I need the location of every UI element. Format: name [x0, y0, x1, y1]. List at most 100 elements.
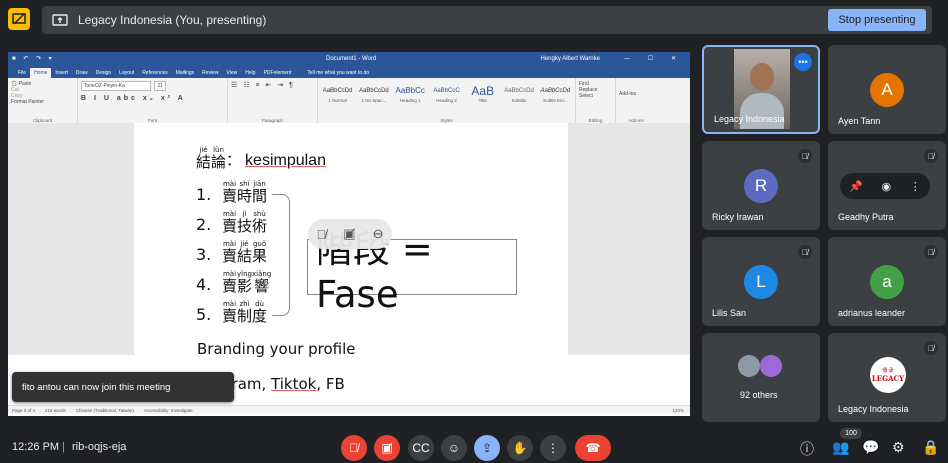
- word-titlebar: ■ ↶ ↷ ▾ Document1 - Word Hengky Albert W…: [8, 52, 690, 66]
- participant-name: Ayen Tann: [838, 116, 881, 126]
- zoom-level[interactable]: 120%: [672, 408, 684, 413]
- captions-button[interactable]: CC: [408, 435, 434, 461]
- participant-tile[interactable]: 🎙̸ R Ricky Irawan: [702, 141, 820, 230]
- tab-review[interactable]: Review: [198, 68, 222, 78]
- status-words[interactable]: 216 words: [45, 408, 66, 413]
- tab-design[interactable]: Design: [92, 68, 116, 78]
- others-tile[interactable]: 92 others: [702, 333, 820, 422]
- ruby-char: shù 術: [252, 210, 267, 234]
- ruby-char: zhì 制: [237, 300, 252, 324]
- mic-muted-icon: 🎙̸: [798, 245, 812, 259]
- status-accessibility[interactable]: Accessibility: Investigate: [144, 408, 193, 413]
- style-subtitle[interactable]: AaBbCcDd Subtitle: [502, 84, 535, 103]
- others-count: 92 others: [740, 390, 778, 400]
- tab-home[interactable]: Home: [30, 68, 52, 78]
- tab-layout[interactable]: Layout: [115, 68, 138, 78]
- participant-tile-self[interactable]: ••• Legacy Indonesia: [702, 45, 820, 134]
- social-tiktok: Tiktok: [271, 375, 317, 393]
- style-subtle-emphasis[interactable]: AaBbCcDd Subtle Em...: [539, 84, 572, 103]
- tell-me-search[interactable]: Tell me what you want to do: [303, 68, 373, 78]
- style-sample: AaBbCc: [395, 86, 425, 95]
- style-title[interactable]: AaB Title: [466, 84, 499, 103]
- font-format-buttons[interactable]: B I U abc x₂ x² A: [81, 95, 224, 102]
- mic-off-button[interactable]: 🎙̸: [341, 435, 367, 461]
- tab-pdfelement[interactable]: PDFelement: [260, 68, 296, 78]
- pin-icon[interactable]: 📌: [849, 180, 863, 193]
- mute-participant-icon[interactable]: ◉: [882, 180, 892, 193]
- list-number: 5.: [196, 305, 212, 324]
- participant-tile[interactable]: 🎙̸ 傳 承 LEGACY Legacy Indonesia: [828, 333, 946, 422]
- hand-icon: ✋: [512, 441, 528, 455]
- clipboard-group: 📋 Paste Cut Copy Format Painter Clipboar…: [8, 78, 78, 125]
- mic-muted-icon: 🎙̸: [924, 149, 938, 163]
- tab-insert[interactable]: Insert: [51, 68, 72, 78]
- list-bracket: [272, 194, 290, 316]
- list-number: 4.: [196, 275, 212, 294]
- style-heading-2[interactable]: AaBbCcC Heading 2: [430, 84, 463, 103]
- font-name-select[interactable]: ToneOZ-Pinyin-Ka: [81, 81, 151, 91]
- stop-presenting-button[interactable]: Stop presenting: [828, 9, 926, 31]
- present-screen-icon: [52, 12, 68, 28]
- camera-off-icon[interactable]: ▣̸: [343, 226, 355, 242]
- hanzi: 結: [196, 153, 212, 171]
- camera-off-button[interactable]: ▣̸: [374, 435, 400, 461]
- present-button[interactable]: ⇪: [474, 435, 500, 461]
- reactions-button[interactable]: ☺: [441, 435, 467, 461]
- style-sample: AaBbCcDd: [504, 88, 534, 94]
- status-page[interactable]: Page 3 of 4: [12, 408, 35, 413]
- activities-icon[interactable]: ⚙: [892, 439, 905, 456]
- avatar: [760, 355, 782, 377]
- paragraph-group: ☰ ☷ ≡ ⇤ ⇥ ¶ Paragraph: [228, 78, 318, 125]
- meeting-code[interactable]: rib-oqjs-eja: [72, 441, 126, 453]
- ruby-char: mài 賣: [222, 270, 237, 294]
- word-ribbon: 📋 Paste Cut Copy Format Painter Clipboar…: [8, 78, 690, 126]
- tab-view[interactable]: View: [223, 68, 242, 78]
- word-ribbon-tabs: File Home Insert Draw Design Layout Refe…: [8, 66, 690, 78]
- presentation-icon: [8, 8, 30, 30]
- style-name: Subtle Em...: [543, 98, 568, 103]
- select-button[interactable]: Select: [579, 93, 612, 99]
- avatar: R: [744, 169, 778, 203]
- style-no-spacing[interactable]: AaBbCcDd 1 No Spac...: [357, 84, 390, 103]
- people-icon[interactable]: 👥: [832, 439, 849, 456]
- remove-icon[interactable]: ⊖: [373, 226, 384, 242]
- participant-tile[interactable]: A Ayen Tann: [828, 45, 946, 134]
- style-heading-1[interactable]: AaBbCc Heading 1: [394, 84, 427, 103]
- chat-icon[interactable]: 💬: [862, 439, 879, 456]
- raise-hand-button[interactable]: ✋: [507, 435, 533, 461]
- social-rest: , FB: [316, 375, 345, 393]
- tab-draw[interactable]: Draw: [72, 68, 92, 78]
- tab-help[interactable]: Help: [241, 68, 259, 78]
- quick-access-toolbar[interactable]: ■ ↶ ↷ ▾: [12, 55, 55, 62]
- more-options-button[interactable]: ⋮: [540, 435, 566, 461]
- status-language[interactable]: Chinese (Traditional, Taiwan): [76, 408, 134, 413]
- people-count-badge: 100: [840, 428, 862, 439]
- ruby-char: mài 賣: [222, 300, 237, 324]
- host-controls-icon[interactable]: 🔒: [922, 439, 939, 456]
- more-options-icon[interactable]: •••: [794, 53, 812, 71]
- more-vert-icon[interactable]: ⋮: [910, 180, 921, 193]
- participant-tile[interactable]: 🎙̸ L Lilis San: [702, 237, 820, 326]
- ruby-char: guǒ 果: [252, 240, 267, 264]
- info-icon[interactable]: ⓘ: [800, 439, 814, 459]
- tab-file[interactable]: File: [14, 68, 30, 78]
- bottom-bar: 12:26 PM | rib-oqjs-eja 🎙̸ ▣̸ CC ☺ ⇪ ✋ ⋮…: [0, 428, 948, 463]
- tab-references[interactable]: References: [138, 68, 172, 78]
- ruby-char: jié 結: [237, 240, 252, 264]
- mic-off-icon[interactable]: 🎙̸: [317, 227, 327, 242]
- style-normal[interactable]: AaBbCcDd 1 Normal: [321, 84, 354, 103]
- tab-mailings[interactable]: Mailings: [172, 68, 198, 78]
- participant-tile[interactable]: 🎙̸ a adrianus leander: [828, 237, 946, 326]
- font-size-select[interactable]: 21: [154, 81, 166, 91]
- format-painter-button[interactable]: Format Painter: [11, 99, 74, 105]
- list-number: 3.: [196, 245, 212, 264]
- paragraph-buttons[interactable]: ☰ ☷ ≡ ⇤ ⇥ ¶: [231, 81, 314, 89]
- leave-call-button[interactable]: ☎: [575, 435, 611, 461]
- hanzi: 制: [237, 307, 253, 325]
- word-user-name: Hengky Albert Warnke: [540, 56, 600, 62]
- hang-up-icon: ☎: [585, 441, 601, 455]
- addins-button[interactable]: Add-ins: [619, 91, 653, 97]
- avatar: L: [744, 265, 778, 299]
- window-controls[interactable]: — ☐ ✕: [624, 55, 684, 62]
- hanzi: 賣: [222, 247, 238, 265]
